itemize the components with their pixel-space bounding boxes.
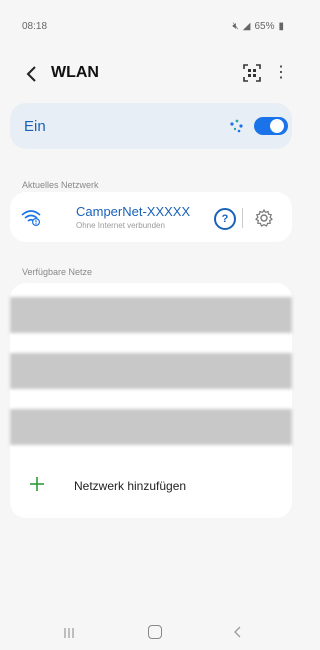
battery-level: 65% [254, 21, 275, 32]
current-network-heading: Aktuelles Netzwerk [22, 180, 99, 190]
status-bar: 08:18 🔇︎ ◢ 65% ▮ [0, 0, 302, 40]
gear-icon[interactable] [254, 208, 274, 228]
status-time: 08:18 [22, 21, 48, 32]
available-networks-card: Netzwerk hinzufügen [10, 283, 292, 518]
network-name: CamperNet-XXXXX [76, 204, 191, 219]
signal-icon: ◢ [242, 21, 251, 32]
sparkle-icon[interactable] [228, 117, 246, 135]
current-network-card[interactable]: CamperNet-XXXXX Ohne Internet verbunden … [10, 192, 292, 242]
network-status: Ohne Internet verbunden [76, 221, 165, 230]
wlan-toggle-switch[interactable] [254, 117, 288, 135]
battery-icon: ▮ [278, 21, 284, 32]
wifi-no-internet-icon [21, 210, 41, 226]
navigation-bar [0, 618, 302, 650]
back-icon[interactable] [22, 62, 42, 86]
add-icon[interactable] [30, 477, 44, 491]
page-title: WLAN [51, 64, 99, 81]
help-icon[interactable]: ? [214, 208, 236, 230]
add-network-button[interactable]: Netzwerk hinzufügen [74, 479, 186, 493]
status-icons: 🔇︎ ◢ 65% ▮ [232, 21, 284, 32]
toggle-knob [270, 119, 284, 133]
recent-apps-icon[interactable] [62, 626, 76, 640]
hidden-network-row[interactable] [10, 353, 292, 389]
more-options-icon[interactable]: ⋮ [273, 62, 289, 84]
nav-back-icon[interactable] [233, 624, 243, 640]
mute-icon: 🔇︎ [232, 21, 239, 32]
hidden-network-row[interactable] [10, 409, 292, 445]
available-networks-heading: Verfügbare Netze [22, 267, 93, 277]
divider [242, 208, 243, 228]
qr-scan-icon[interactable] [243, 64, 261, 82]
wlan-toggle-card[interactable]: Ein [10, 103, 292, 149]
home-icon[interactable] [148, 625, 162, 639]
hidden-network-row[interactable] [10, 297, 292, 333]
wlan-status-label: Ein [24, 118, 46, 135]
